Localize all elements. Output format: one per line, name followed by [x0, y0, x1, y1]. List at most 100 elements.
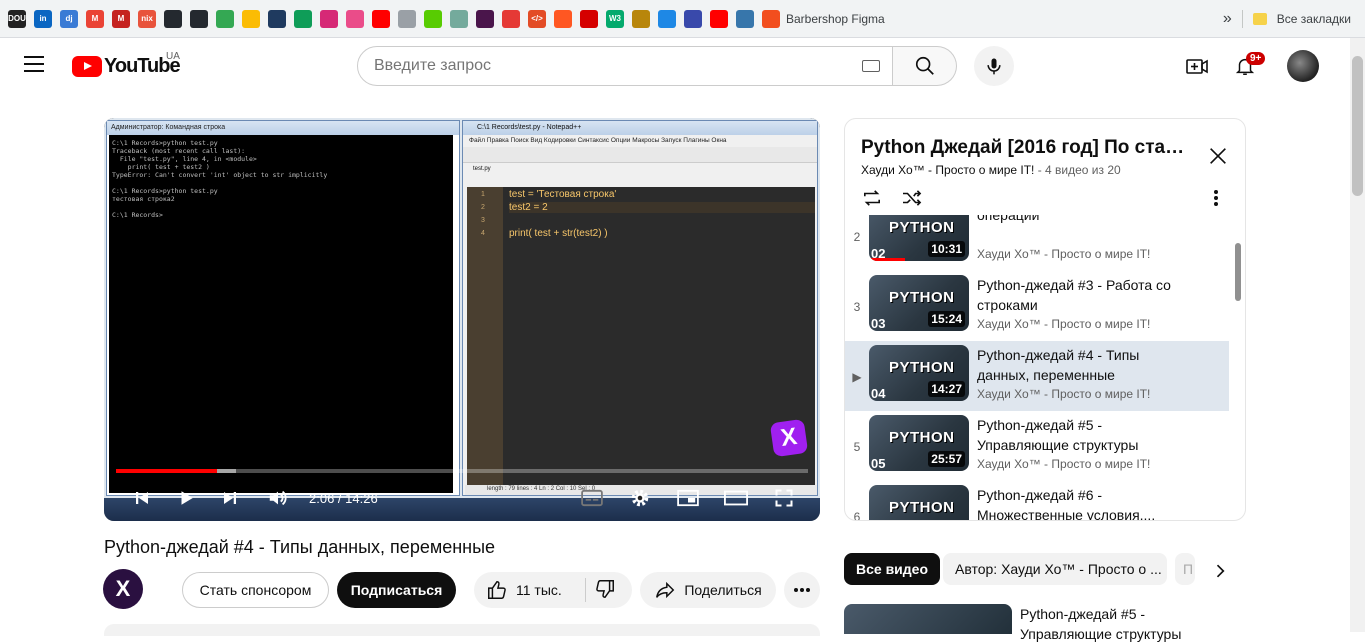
instagram-icon[interactable]	[320, 9, 338, 28]
settings-button[interactable]	[628, 488, 652, 508]
search-input[interactable]	[374, 57, 862, 75]
maps-icon[interactable]	[216, 9, 234, 28]
close-playlist-button[interactable]	[1207, 145, 1229, 167]
code-icon[interactable]: </>	[528, 9, 546, 28]
playlist-item[interactable]: 6 PYTHON0610:33Python-джедай #6 - Множест…	[845, 481, 1229, 521]
w3schools-icon[interactable]: W3	[606, 9, 624, 28]
diamond-icon[interactable]	[658, 9, 676, 28]
playlist-item-title[interactable]: Python-джедай #6 - Множественные условия…	[977, 485, 1177, 520]
heart-icon[interactable]	[502, 9, 520, 28]
github-icon[interactable]	[164, 9, 182, 28]
playlist-menu-button[interactable]	[1213, 189, 1219, 207]
youtube-bm-icon[interactable]	[372, 9, 390, 28]
keyboard-icon[interactable]	[862, 60, 880, 72]
like-button[interactable]: 11 тыс.	[486, 578, 562, 602]
bookmarks-overflow-icon[interactable]: »	[1223, 10, 1232, 28]
drive-icon[interactable]	[294, 9, 312, 28]
grid-icon[interactable]	[684, 9, 702, 28]
description-box[interactable]	[104, 624, 820, 636]
close-icon	[1210, 148, 1226, 164]
chip-partial[interactable]: П	[1175, 553, 1195, 585]
youtube-bm-icon-2[interactable]	[710, 9, 728, 28]
page-scrollbar[interactable]	[1350, 38, 1365, 632]
code-line: print( test + str(test2) )	[509, 228, 608, 239]
volume-button[interactable]	[266, 488, 290, 508]
playlist-scrollbar[interactable]	[1235, 243, 1241, 301]
dribbble-icon[interactable]	[346, 9, 364, 28]
dou-icon[interactable]: DOU	[8, 9, 26, 28]
subscribe-button[interactable]: Подписаться	[337, 572, 456, 608]
playlist-item[interactable]: 2 PYTHON 02 10:31 операции Хауди Хо™ - Просто…	[845, 215, 1229, 271]
voice-search-button[interactable]	[974, 46, 1014, 86]
theater-mode-button[interactable]	[724, 488, 748, 508]
video-player[interactable]: Администратор: Командная строка C:\1 Rec…	[104, 118, 820, 521]
shuffle-button[interactable]	[901, 189, 923, 207]
all-bookmarks-button[interactable]: Все закладки	[1277, 12, 1351, 26]
sponsor-button[interactable]: Стать спонсором	[182, 572, 329, 608]
chip-author[interactable]: Автор: Хауди Хо™ - Просто о ...	[943, 553, 1167, 585]
box-icon[interactable]	[554, 9, 572, 28]
playlist-item-thumbnail[interactable]: PYTHON 05 25:57	[869, 415, 969, 471]
thumbnail-episode-number: 04	[871, 386, 886, 401]
channel-avatar[interactable]: X	[103, 569, 143, 609]
playlist-item-title[interactable]: Python-джедай #5 - Управляющие структуры	[977, 415, 1177, 455]
recommended-title[interactable]: Python-джедай #5 - Управляющие структуры	[1020, 604, 1200, 644]
playlist-item[interactable]: 5 PYTHON 05 25:57 Python-джедай #5 - Управля…	[845, 411, 1229, 481]
playlist-item-thumbnail[interactable]: PYTHON 03 15:24	[869, 275, 969, 331]
playlist-item-thumbnail[interactable]: PYTHON 04 14:27	[869, 345, 969, 401]
playlist-item-index: 6	[853, 510, 861, 521]
subtitles-button[interactable]	[580, 488, 604, 508]
gmail-icon-2[interactable]: M	[112, 9, 130, 28]
create-button[interactable]	[1185, 54, 1209, 78]
play-button[interactable]	[176, 488, 196, 508]
playlist-item[interactable]: ▶ PYTHON 04 14:27 Python-джедай #4 - Типы да…	[845, 341, 1229, 411]
loop-button[interactable]	[861, 189, 883, 207]
search-button[interactable]	[893, 46, 957, 86]
globe-icon[interactable]	[398, 9, 416, 28]
theater-icon	[724, 490, 748, 506]
recommended-thumbnail[interactable]	[844, 604, 1012, 634]
playlist-item-title[interactable]: Python-джедай #3 - Работа со строками	[977, 275, 1177, 315]
playlist-item-thumbnail[interactable]: PYTHON0610:33	[869, 485, 969, 520]
playlist-item[interactable]: 3 PYTHON 03 15:24 Python-джедай #3 - Работа …	[845, 271, 1229, 341]
coin-icon[interactable]	[632, 9, 650, 28]
maps-icon-2[interactable]	[242, 9, 260, 28]
github-icon-2[interactable]	[190, 9, 208, 28]
search-icon	[915, 56, 934, 75]
playlist-title[interactable]: Python Джедай [2016 год] По стан...	[861, 137, 1191, 159]
chatgpt-icon[interactable]	[450, 9, 468, 28]
playlist-item-title[interactable]: Python-джедай #4 - Типы данных, переменн…	[977, 345, 1177, 385]
playlist-item-title[interactable]: операции	[977, 215, 1177, 225]
shield-icon[interactable]	[268, 9, 286, 28]
tv-icon[interactable]	[580, 9, 598, 28]
gmail-icon[interactable]: M	[86, 9, 104, 28]
channel-watermark[interactable]: X	[769, 418, 809, 458]
youtube-logo[interactable]: YouTube UA	[72, 51, 181, 78]
linkedin-icon[interactable]: in	[34, 9, 52, 28]
chip-all-videos[interactable]: Все видео	[844, 553, 941, 585]
next-button[interactable]	[220, 488, 240, 508]
playlist-channel[interactable]: Хауди Хо™ - Просто о мире IT!	[861, 163, 1034, 177]
page-scrollbar-thumb[interactable]	[1352, 56, 1363, 196]
share-button[interactable]: Поделиться	[640, 572, 776, 608]
previous-button[interactable]	[132, 488, 152, 508]
menu-icon[interactable]	[24, 56, 44, 72]
miniplayer-button[interactable]	[676, 488, 700, 508]
nix-icon[interactable]: nix	[138, 9, 156, 28]
fullscreen-button[interactable]	[772, 488, 796, 508]
figma-icon[interactable]	[762, 9, 780, 28]
account-avatar[interactable]	[1287, 50, 1319, 82]
slack-icon[interactable]	[476, 9, 494, 28]
dislike-button[interactable]	[594, 578, 616, 603]
playlist-item-thumbnail[interactable]: PYTHON 02 10:31	[869, 215, 969, 261]
duolingo-icon[interactable]	[424, 9, 442, 28]
chips-next-button[interactable]	[1210, 561, 1230, 581]
djinni-icon[interactable]: dj	[60, 9, 78, 28]
bookmark-figma-label[interactable]: Barbershop Figma	[786, 12, 885, 26]
playlist-panel: Python Джедай [2016 год] По стан... Хауд…	[844, 118, 1246, 521]
share-icon	[656, 581, 675, 599]
thumbnail-duration: 10:31	[928, 241, 965, 257]
more-actions-button[interactable]	[784, 572, 820, 608]
python-icon[interactable]	[736, 9, 754, 28]
thumbnail-python-text: PYTHON	[889, 289, 955, 306]
